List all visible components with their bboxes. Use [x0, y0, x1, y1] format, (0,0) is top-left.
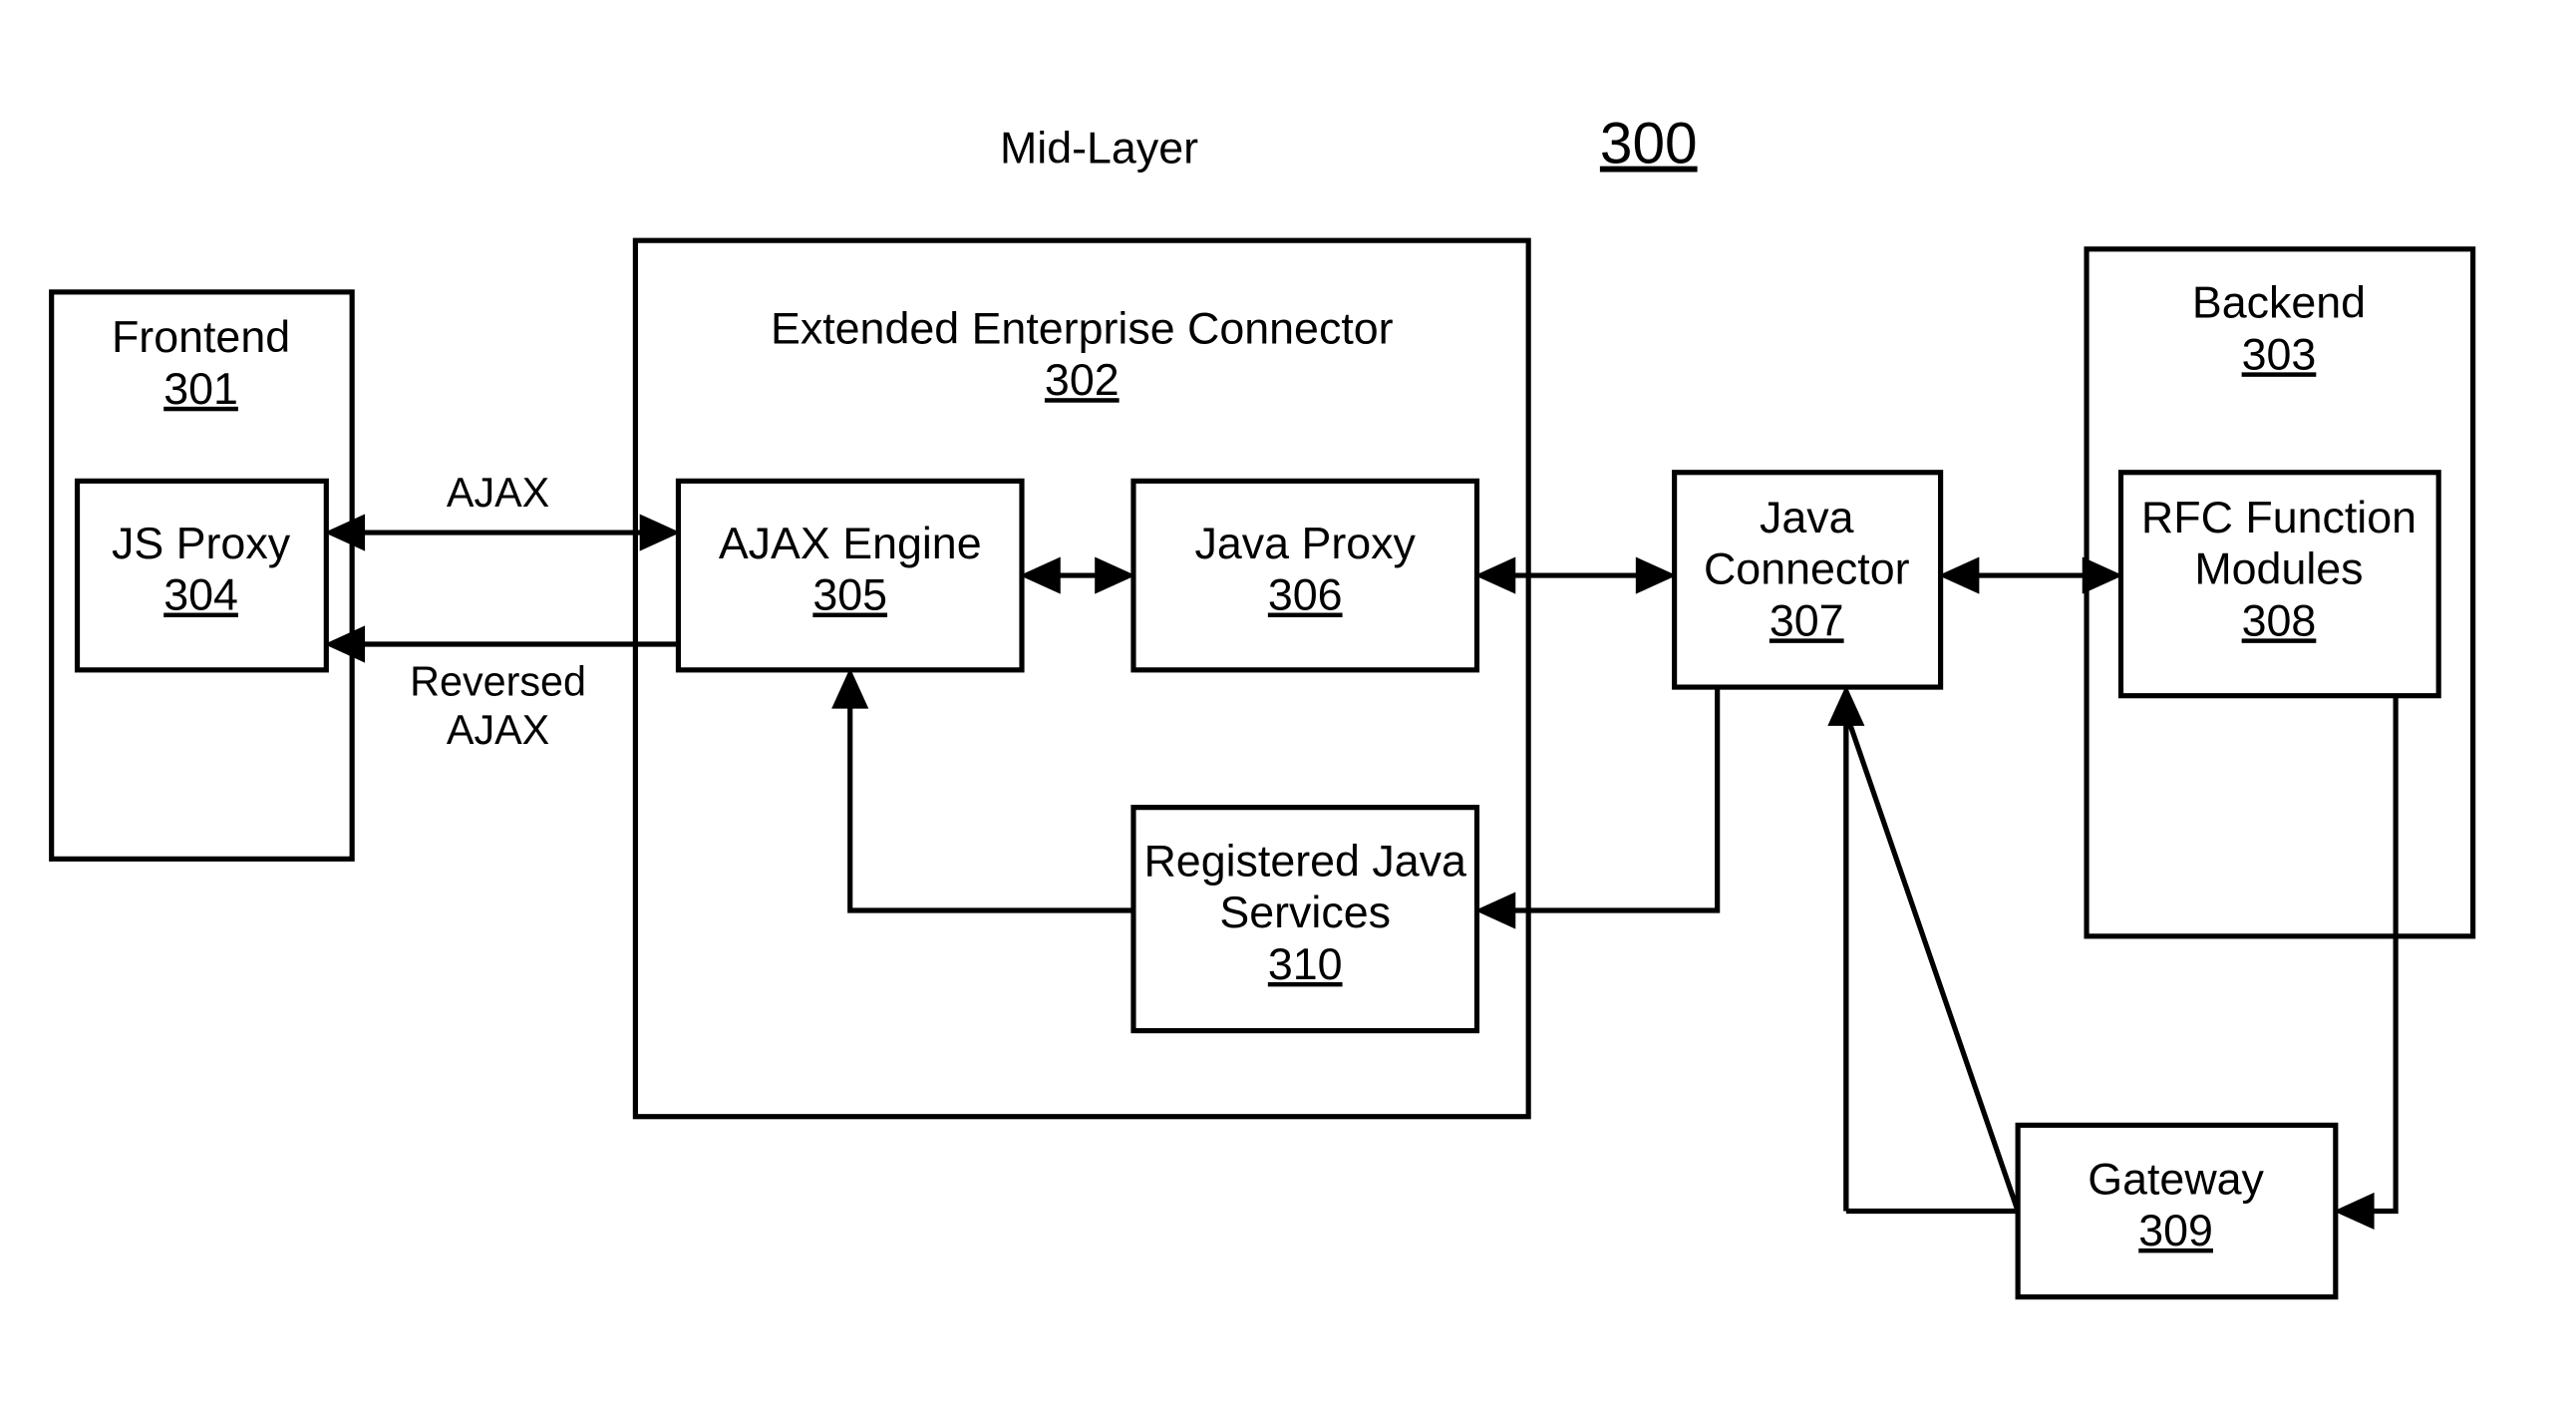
backend-num: 303 [2242, 329, 2317, 379]
js-proxy-title: JS Proxy [112, 519, 291, 568]
rjs-title-2: Services [1219, 888, 1391, 937]
diagram-canvas: Mid-Layer 300 Frontend 301 JS Proxy 304 … [0, 0, 2576, 1426]
java-proxy-title: Java Proxy [1195, 519, 1417, 568]
rjs-num: 310 [1268, 939, 1343, 989]
rfc-num: 308 [2242, 595, 2317, 645]
gateway-title: Gateway [2088, 1154, 2264, 1204]
rfc-title-1: RFC Function [2141, 493, 2416, 542]
js-proxy-num: 304 [163, 570, 238, 620]
rjs-title-1: Registered Java [1143, 837, 1466, 887]
reversed-ajax-label: AJAX [447, 707, 549, 753]
rfc-title-2: Modules [2194, 544, 2363, 594]
connector-jconn-rfc [1941, 558, 2121, 592]
backend-title: Backend [2192, 278, 2366, 328]
eec-num: 302 [1045, 355, 1120, 405]
mid-layer-label: Mid-Layer [1000, 124, 1198, 174]
connector-javaproxy-jconn [1476, 558, 1674, 592]
ajax-label: AJAX [447, 470, 549, 516]
java-connector-num: 307 [1770, 595, 1844, 645]
eec-title: Extended Enterprise Connector [771, 304, 1394, 354]
gateway-num: 309 [2138, 1206, 2213, 1255]
figure-number: 300 [1600, 112, 1698, 177]
frontend-num: 301 [163, 364, 238, 414]
frontend-title: Frontend [112, 312, 290, 362]
reversed-label: Reversed [410, 659, 586, 705]
connector-reversed-ajax [326, 627, 678, 661]
connector-jsproxy-ajax [326, 516, 678, 549]
java-connector-title-1: Java [1760, 493, 1854, 542]
ajax-engine-num: 305 [812, 570, 887, 620]
ajax-engine-title: AJAX Engine [719, 519, 982, 568]
connector-gateway-jconn [1846, 713, 2018, 1212]
java-proxy-num: 306 [1268, 570, 1343, 620]
java-connector-title-2: Connector [1704, 544, 1910, 594]
